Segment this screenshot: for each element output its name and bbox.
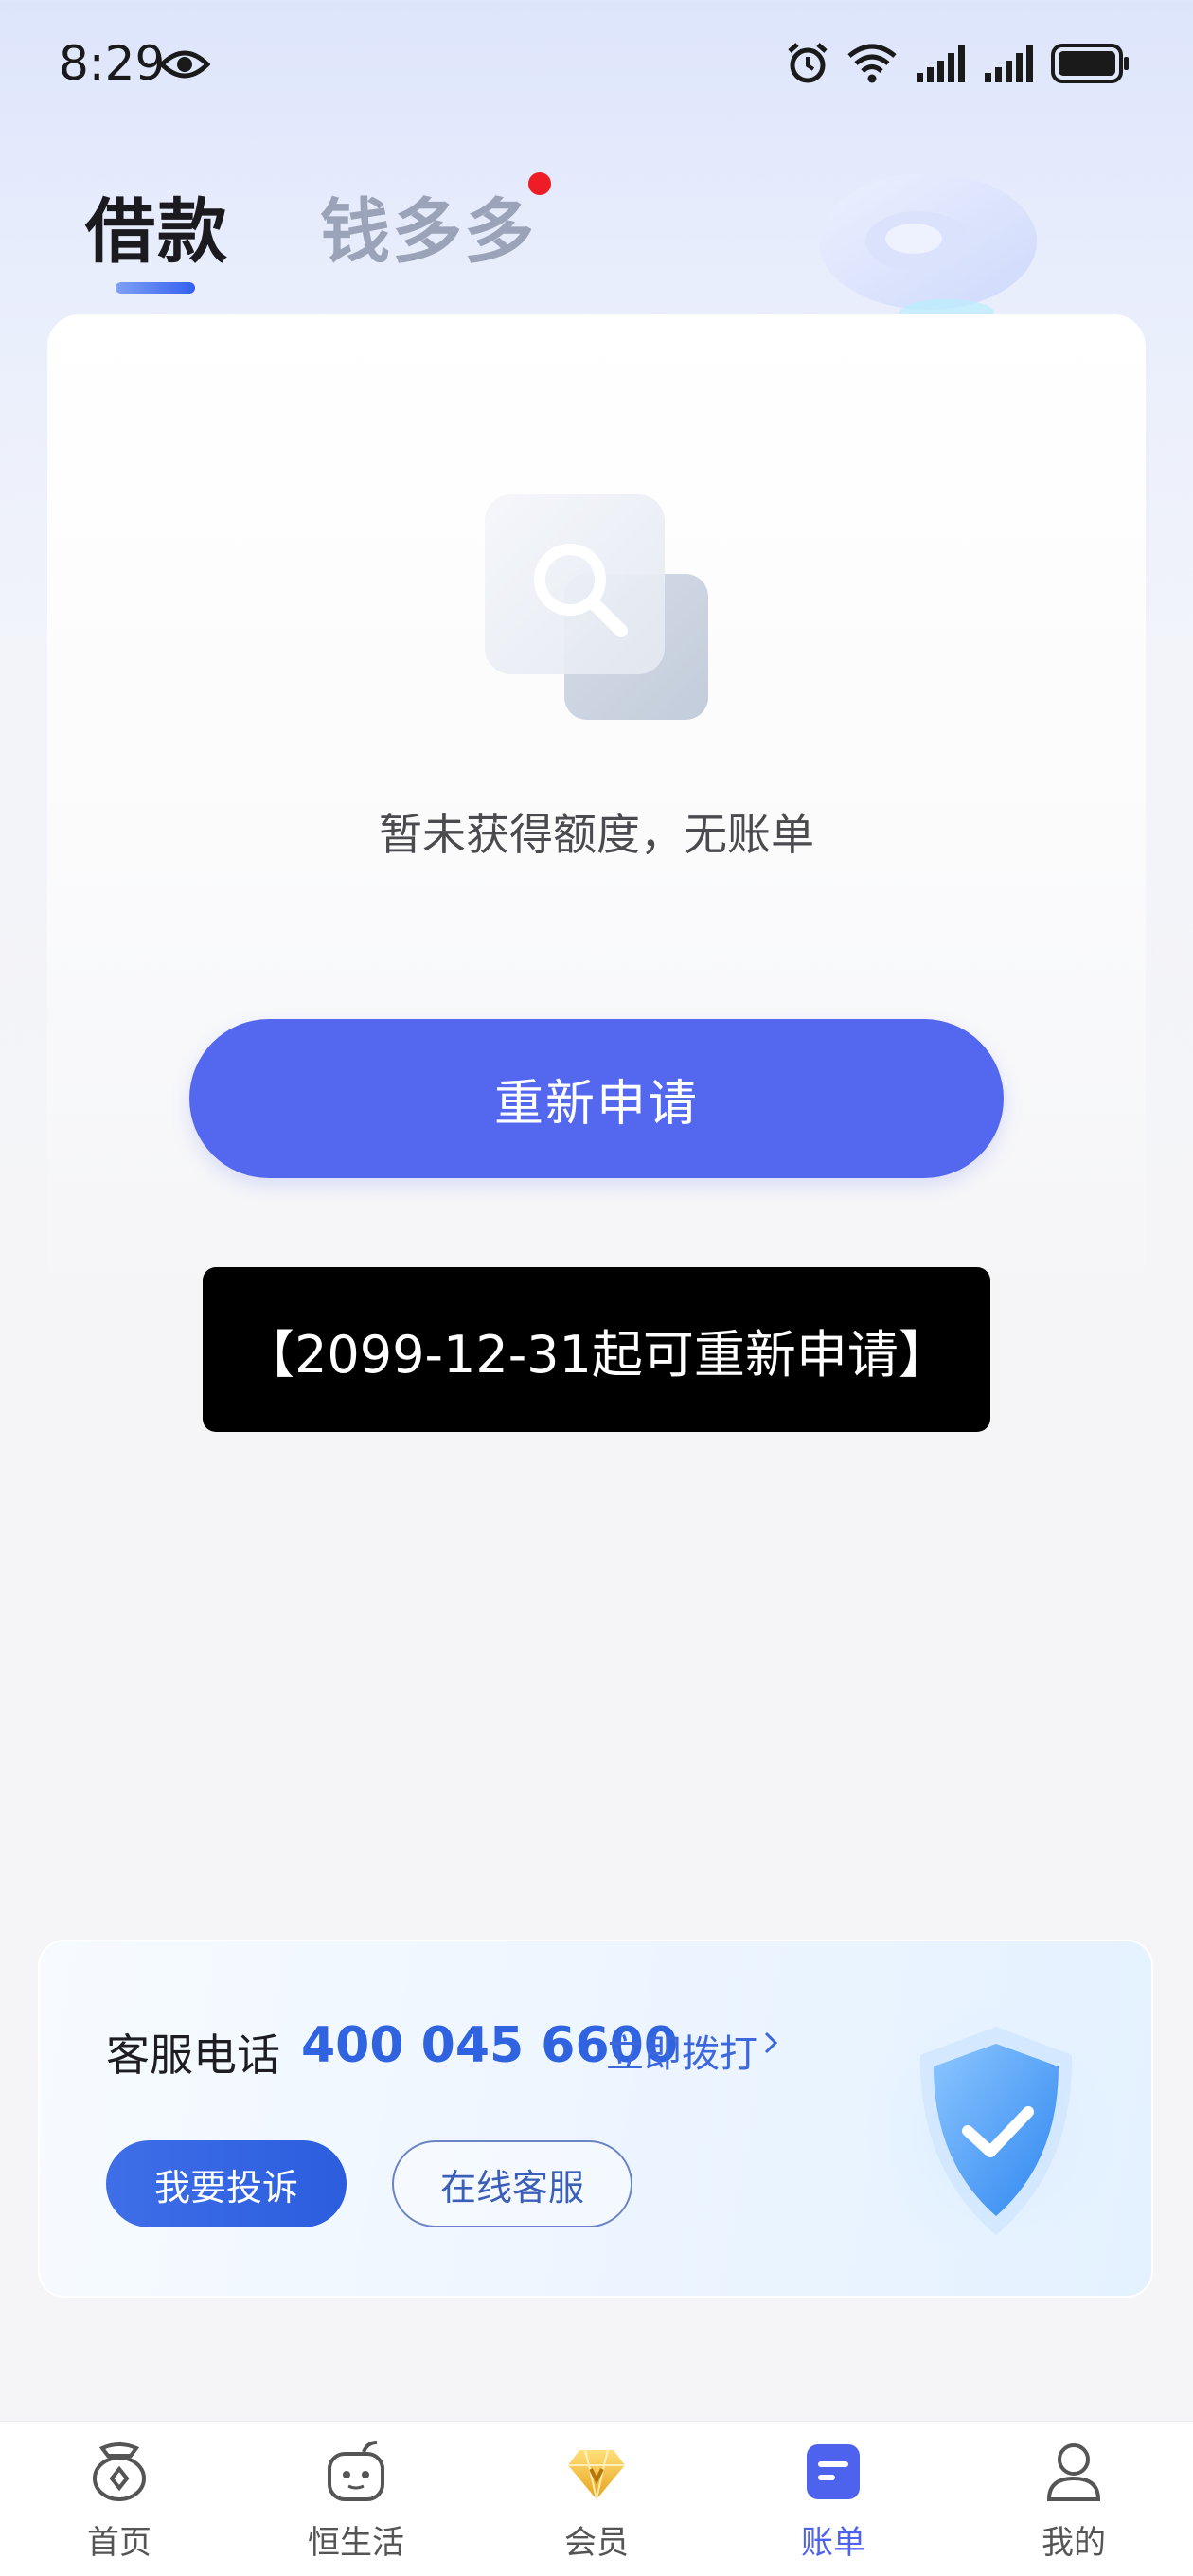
tab-wallet[interactable]: 钱多多 (320, 175, 536, 277)
empty-message: 暂未获得额度，无账单 (379, 809, 814, 860)
online-service-button[interactable]: 在线客服 (392, 2140, 632, 2227)
diamond-icon (566, 2439, 627, 2503)
nav-item-home[interactable]: 首页 (44, 2422, 195, 2576)
service-phone-label: 客服电话 (106, 2030, 280, 2081)
nav-label-member: 会员 (564, 2524, 629, 2562)
notification-dot (528, 172, 551, 195)
alarm-icon (786, 42, 829, 89)
nav-item-mine[interactable]: 我的 (998, 2422, 1149, 2576)
search-empty-icon (483, 492, 720, 729)
reapply-button[interactable]: 重新申请 (189, 1019, 1004, 1178)
life-face-icon (326, 2439, 386, 2503)
eye-icon (158, 47, 211, 85)
shield-check-icon (854, 1989, 1133, 2273)
bill-icon (803, 2439, 864, 2503)
tab-active-indicator (116, 282, 195, 294)
wifi-icon (846, 43, 898, 88)
signal-icon (915, 45, 966, 86)
header-decoration (767, 152, 1060, 331)
nav-item-life[interactable]: 恒生活 (280, 2422, 432, 2576)
complaint-button[interactable]: 我要投诉 (106, 2140, 347, 2227)
home-bag-icon (89, 2439, 150, 2503)
toast-message: 【2099-12-31起可重新申请】 (203, 1267, 990, 1432)
nav-label-life: 恒生活 (308, 2524, 404, 2562)
battery-icon (1051, 43, 1131, 88)
customer-service-card: 客服电话 400 045 6600 立即拨打 我要投诉 在线客服 (38, 1940, 1153, 2298)
tab-loan[interactable]: 借款 (85, 175, 229, 277)
nav-label-bill: 账单 (801, 2524, 865, 2562)
status-bar: 8:29 (0, 0, 1193, 133)
nav-label-home: 首页 (87, 2524, 151, 2562)
bottom-navigation: 首页 恒生活 会员 账单 我的 (0, 2421, 1193, 2576)
call-now-link[interactable]: 立即拨打 (606, 2023, 757, 2078)
profile-icon (1043, 2439, 1104, 2503)
status-time: 8:29 (59, 36, 166, 91)
nav-label-mine: 我的 (1042, 2524, 1106, 2562)
chevron-right-icon (763, 2030, 778, 2059)
nav-item-bill[interactable]: 账单 (757, 2422, 909, 2576)
signal-icon (983, 45, 1034, 86)
nav-item-member[interactable]: 会员 (521, 2422, 672, 2576)
